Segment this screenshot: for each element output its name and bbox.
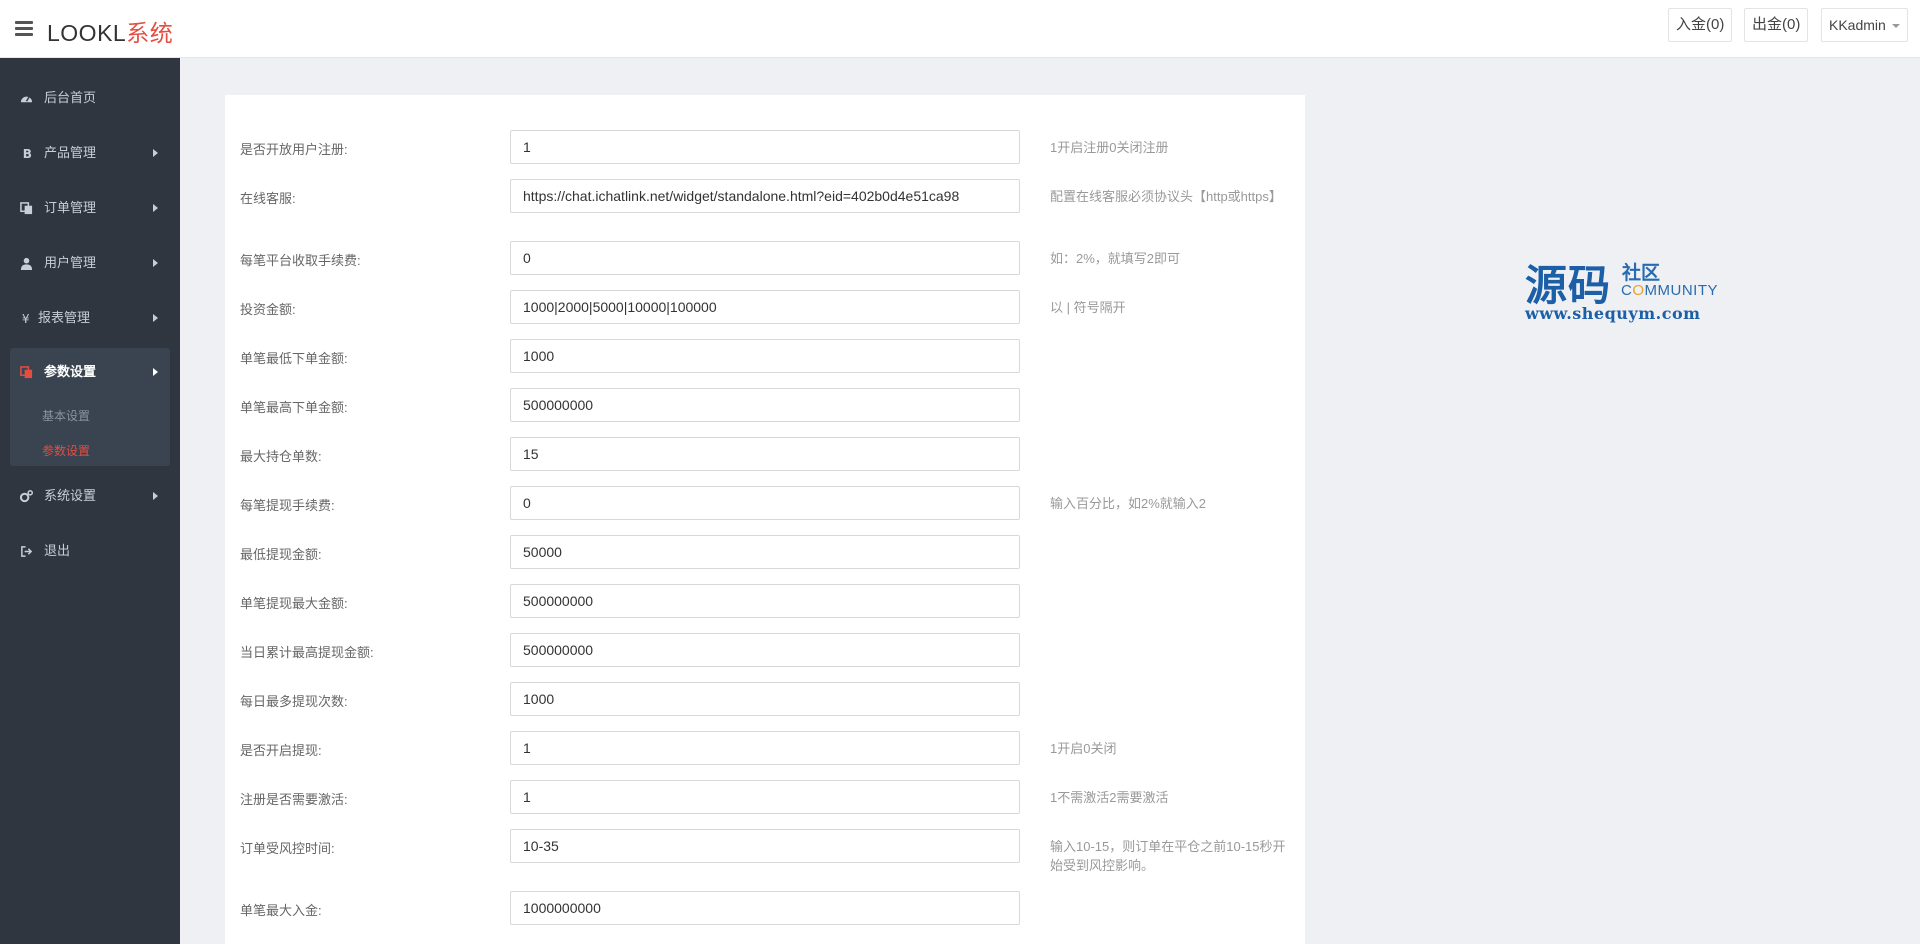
brand-logo[interactable]: LOOKL系统 <box>47 14 173 48</box>
field-label: 单笔最高下单金额: <box>240 400 348 415</box>
field-input[interactable] <box>510 829 1020 863</box>
field-input[interactable] <box>510 241 1020 275</box>
sidebar-item-reports[interactable]: ¥ 报表管理 <box>10 300 170 336</box>
chevron-right-icon <box>153 368 158 376</box>
dashboard-icon <box>20 96 33 103</box>
sidebar-item-label: 订单管理 <box>44 200 97 215</box>
watermark-url: www.shequym.com <box>1525 304 1701 323</box>
sidebar-item-logout[interactable]: 退出 <box>10 533 170 569</box>
gears-icon <box>20 490 33 503</box>
sidebar-item-label: 参数设置 <box>44 364 97 379</box>
field-input[interactable] <box>510 388 1020 422</box>
field-input[interactable] <box>510 130 1020 164</box>
field-hint: 1不需激活2需要激活 <box>1050 790 1169 805</box>
field-label: 投资金额: <box>240 302 296 317</box>
field-label: 单笔最大入金: <box>240 903 322 918</box>
chevron-right-icon <box>153 492 158 500</box>
chevron-right-icon <box>153 204 158 212</box>
deposit-label: 入金(0) <box>1676 16 1725 33</box>
sidebar-item-dashboard[interactable]: 后台首页 <box>10 80 170 116</box>
menu-toggle-icon[interactable] <box>15 21 33 36</box>
field-input[interactable] <box>510 486 1020 520</box>
field-input[interactable] <box>510 339 1020 373</box>
caret-down-icon <box>1891 24 1900 29</box>
yen-icon: ¥ <box>22 312 30 325</box>
svg-text:B: B <box>23 147 32 160</box>
field-hint: 如：2%，就填写2即可 <box>1050 251 1181 266</box>
copy-icon <box>20 366 33 379</box>
sidebar-item-orders[interactable]: 订单管理 <box>10 190 170 226</box>
field-label: 每日最多提现次数: <box>240 694 348 709</box>
user-icon <box>20 257 33 270</box>
deposit-button[interactable]: 入金(0) <box>1668 8 1733 42</box>
field-hint: 配置在线客服必须协议头【http或https】 <box>1050 189 1282 204</box>
field-hint: 1开启注册0关闭注册 <box>1050 140 1169 155</box>
sidebar: 后台首页 B 产品管理 订单管理 用户管理 ¥ 报表管理 参数设置 基本设置 参… <box>0 58 180 944</box>
field-input[interactable] <box>510 535 1020 569</box>
brand-prefix: LOOKL <box>47 20 127 46</box>
field-hint: 输入百分比，如2%就输入2 <box>1050 496 1207 511</box>
field-label: 订单受风控时间: <box>240 841 335 856</box>
watermark-o: O <box>1632 282 1645 299</box>
sidebar-item-label: 用户管理 <box>44 255 97 270</box>
field-label: 在线客服: <box>240 191 296 206</box>
field-label: 单笔提现最大金额: <box>240 596 348 611</box>
sidebar-item-system[interactable]: 系统设置 <box>10 478 170 514</box>
watermark-small-text: 社区 <box>1622 263 1661 284</box>
chevron-right-icon <box>153 259 158 267</box>
sidebar-item-label: 报表管理 <box>38 310 91 325</box>
field-input[interactable] <box>510 891 1020 925</box>
field-label: 是否开启提现: <box>240 743 322 758</box>
copy-icon <box>20 202 33 215</box>
sidebar-item-products[interactable]: B 产品管理 <box>10 135 170 171</box>
field-label: 是否开放用户注册: <box>240 142 348 157</box>
field-input[interactable] <box>510 584 1020 618</box>
bitcoin-icon: B <box>23 147 32 160</box>
sidebar-item-label: 系统设置 <box>44 488 97 503</box>
field-hint: 1开启0关闭 <box>1050 741 1117 756</box>
chevron-right-icon <box>153 149 158 157</box>
field-input[interactable] <box>510 633 1020 667</box>
field-label: 单笔最低下单金额: <box>240 351 348 366</box>
sidebar-subitem-basic-settings[interactable]: 基本设置 <box>42 407 90 424</box>
sidebar-item-label: 退出 <box>44 543 71 558</box>
sidebar-subitem-param-settings[interactable]: 参数设置 <box>42 442 90 459</box>
sidebar-item-label: 产品管理 <box>44 145 97 160</box>
brand-suffix: 系统 <box>126 20 174 46</box>
field-input[interactable] <box>510 290 1020 324</box>
field-input[interactable] <box>510 731 1020 765</box>
sidebar-item-label: 后台首页 <box>44 90 97 105</box>
field-label: 每笔提现手续费: <box>240 498 335 513</box>
withdraw-button[interactable]: 出金(0) <box>1744 8 1809 42</box>
sidebar-item-users[interactable]: 用户管理 <box>10 245 170 281</box>
field-input[interactable] <box>510 780 1020 814</box>
field-hint: 以 | 符号隔开 <box>1050 300 1126 315</box>
field-label: 最低提现金额: <box>240 547 322 562</box>
withdraw-label: 出金(0) <box>1752 16 1801 33</box>
watermark-community: COMMUNITY <box>1621 282 1718 299</box>
top-bar: LOOKL系统 入金(0) 出金(0) KKadmin <box>0 0 1920 58</box>
field-hint: 输入10-15，则订单在平仓之前10-15秒开始受到风控影响。 <box>1050 839 1286 873</box>
user-label: KKadmin <box>1829 17 1886 33</box>
sign-out-icon <box>21 546 33 557</box>
field-label: 注册是否需要激活: <box>240 792 348 807</box>
watermark-c: C <box>1621 282 1633 299</box>
chevron-right-icon <box>153 314 158 322</box>
field-label: 最大持仓单数: <box>240 449 322 464</box>
field-label: 每笔平台收取手续费: <box>240 253 361 268</box>
svg-text:¥: ¥ <box>22 312 30 325</box>
field-input[interactable] <box>510 437 1020 471</box>
field-input[interactable] <box>510 179 1020 213</box>
watermark-rest: MMUNITY <box>1644 282 1719 299</box>
field-input[interactable] <box>510 682 1020 716</box>
user-menu-button[interactable]: KKadmin <box>1821 8 1908 42</box>
watermark-logo: 源码 社区 COMMUNITY www.shequym.com <box>1525 252 1725 332</box>
field-label: 当日累计最高提现金额: <box>240 645 374 660</box>
sidebar-item-params[interactable]: 参数设置 <box>10 354 170 390</box>
